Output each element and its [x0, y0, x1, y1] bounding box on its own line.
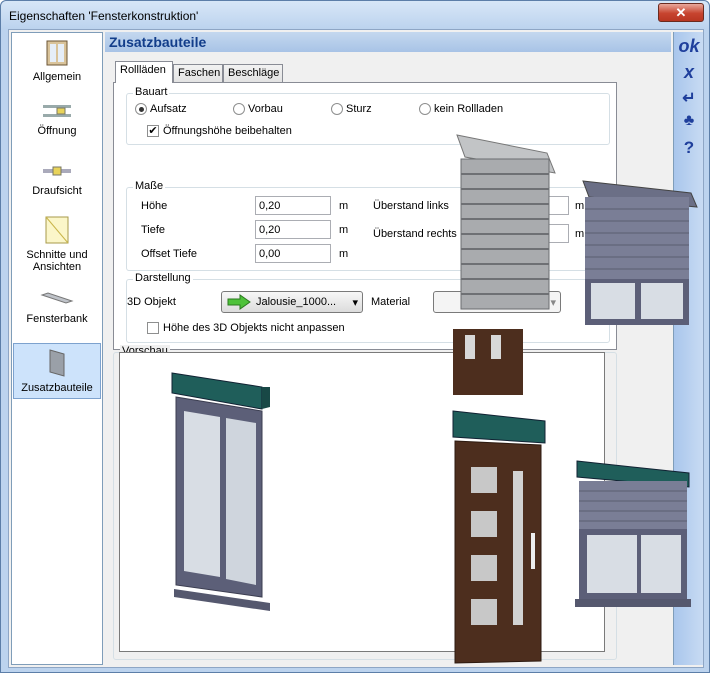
chevron-down-icon: ▾ [352, 296, 358, 309]
radio-kein-rollladen[interactable]: kein Rollladen [419, 103, 503, 115]
bauart-group: Bauart Aufsatz Vorbau Sturz kein Rolllad… [126, 86, 610, 145]
topview-icon [43, 166, 71, 176]
ueberstand-links-input[interactable] [547, 196, 569, 215]
radio-aufsatz[interactable]: Aufsatz [135, 103, 187, 115]
keep-height-checkbox[interactable]: ✔ Öffnungshöhe beibehalten [147, 125, 292, 137]
title-bar[interactable]: Eigenschaften 'Fensterkonstruktion' ✕ [1, 1, 709, 29]
tiefe-unit: m [339, 224, 349, 236]
radio-label: Aufsatz [150, 103, 187, 115]
chevron-down-icon: ▾ [550, 296, 556, 309]
ueberstand-links-label: Überstand links [373, 200, 449, 212]
checkbox-box: ✔ [147, 125, 159, 137]
checkbox-label: Höhe des 3D Objekts nicht anpassen [163, 322, 345, 334]
tab-rolllaeden[interactable]: Rollläden [115, 61, 173, 83]
preview-canvas[interactable] [119, 352, 605, 652]
bauart-label: Bauart [133, 86, 170, 98]
material-label: Material [371, 296, 411, 308]
radio-label: Vorbau [248, 103, 283, 115]
ueberstand-rechts-input[interactable] [547, 224, 569, 243]
sill-icon [40, 292, 74, 304]
opening-icon [43, 105, 71, 117]
addon-icon [49, 349, 65, 377]
darstellung-group: Darstellung 3D Objekt Jalousie_1000... ▾… [126, 272, 610, 343]
sidebar-item-zusatzbauteile[interactable]: Zusatzbauteile [13, 343, 101, 399]
radio-vorbau[interactable]: Vorbau [233, 103, 283, 115]
arrow-right-icon [227, 294, 251, 310]
sidebar-item-oeffnung[interactable]: Öffnung [13, 101, 101, 151]
cancel-button[interactable]: x [674, 62, 704, 83]
radio-sturz[interactable]: Sturz [331, 103, 372, 115]
page-title: Zusatzbauteile [105, 32, 671, 52]
radio-indicator [331, 103, 343, 115]
3d-object-select[interactable]: Jalousie_1000... ▾ [221, 291, 363, 313]
3d-object-value: Jalousie_1000... [256, 296, 337, 308]
hint-button[interactable]: ♣ [674, 112, 704, 130]
tiefe-input[interactable] [255, 220, 331, 239]
radio-label: kein Rollladen [434, 103, 504, 115]
ueberstand-rechts-label: Überstand rechts [373, 228, 457, 240]
offset-unit: m [339, 248, 349, 260]
tab-faschen[interactable]: Faschen [173, 64, 223, 82]
help-button[interactable]: ? [674, 138, 704, 158]
masse-group: Maße Höhe m Tiefe m Offset Tiefe m Übers… [126, 180, 610, 271]
checkbox-box [147, 322, 159, 334]
hoehe-label: Höhe [141, 200, 168, 212]
ueberstand-links-unit: m [575, 200, 585, 212]
sidebar-item-label: Draufsicht [32, 185, 82, 197]
sidebar-item-allgemein[interactable]: Allgemein [13, 39, 101, 91]
radio-label: Sturz [346, 103, 372, 115]
radio-indicator [419, 103, 431, 115]
window-title: Eigenschaften 'Fensterkonstruktion' [9, 9, 199, 23]
dialog-client: Allgemein Öffnung Draufsicht Schnitte un… [8, 29, 704, 668]
offset-tiefe-label: Offset Tiefe [141, 248, 198, 260]
darstellung-label: Darstellung [133, 272, 193, 284]
preview-window-render [171, 372, 270, 611]
apply-button[interactable]: ↵ [674, 88, 704, 108]
sidebar-item-schnitte[interactable]: Schnitte und Ansichten [13, 215, 101, 281]
offset-tiefe-input[interactable] [255, 244, 331, 263]
close-button[interactable]: ✕ [658, 3, 704, 22]
window-icon [46, 40, 68, 66]
ueberstand-rechts-unit: m [575, 228, 585, 240]
ok-button[interactable]: ok [674, 36, 704, 57]
sidebar-item-label: Allgemein [32, 71, 82, 83]
sidebar-item-label: Fensterbank [26, 313, 88, 325]
tab-panel: Bauart Aufsatz Vorbau Sturz kein Rolllad… [113, 82, 617, 350]
radio-indicator [233, 103, 245, 115]
radio-indicator [135, 103, 147, 115]
section-icon [45, 216, 69, 244]
main-panel: Zusatzbauteile Rollläden Faschen Beschlä… [105, 32, 671, 665]
sidebar-item-fensterbank[interactable]: Fensterbank [13, 289, 101, 339]
masse-label: Maße [133, 180, 166, 192]
sidebar-item-label: Schnitte und Ansichten [26, 249, 88, 273]
properties-window: Eigenschaften 'Fensterkonstruktion' ✕ Al… [0, 0, 710, 673]
action-toolbar: ok x ↵ ♣ ? [673, 32, 703, 665]
sidebar-item-draufsicht[interactable]: Draufsicht [13, 161, 101, 211]
category-sidebar: Allgemein Öffnung Draufsicht Schnitte un… [11, 32, 103, 665]
material-select[interactable]: ▾ [433, 291, 561, 313]
hoehe-input[interactable] [255, 196, 331, 215]
3d-object-label: 3D Objekt [127, 296, 176, 308]
sidebar-item-label: Zusatzbauteile [21, 382, 93, 394]
tiefe-label: Tiefe [141, 224, 166, 236]
tab-beschlaege[interactable]: Beschläge [223, 64, 283, 82]
sidebar-item-label: Öffnung [37, 125, 77, 137]
hoehe-unit: m [339, 200, 349, 212]
no-adapt-checkbox[interactable]: Höhe des 3D Objekts nicht anpassen [147, 322, 345, 334]
checkbox-label: Öffnungshöhe beibehalten [163, 125, 292, 137]
